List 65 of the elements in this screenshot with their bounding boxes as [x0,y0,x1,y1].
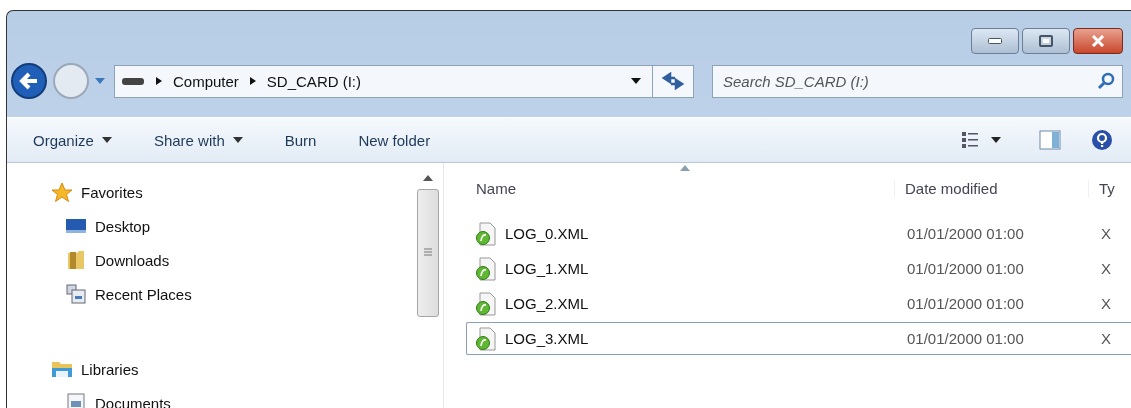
file-row[interactable]: LOG_3.XML 01/01/2000 01:00 X [466,322,1131,355]
close-icon [1090,35,1106,47]
search-icon[interactable] [1097,71,1115,90]
date-modified: 01/01/2000 01:00 [907,225,1024,242]
file-name: LOG_2.XML [505,295,589,312]
file-row[interactable]: LOG_0.XML 01/01/2000 01:00 X [466,217,1131,250]
drive-icon [121,76,145,86]
sort-arrow-icon [680,165,690,171]
star-icon [51,182,73,202]
grip-icon [424,248,432,258]
search-field[interactable]: Search SD_CARD (I:) [712,64,1123,98]
date-modified: 01/01/2000 01:00 [907,295,1024,312]
file-type: X [1101,330,1111,347]
arrows-icon [662,72,684,90]
recent-places-icon [65,284,87,304]
view-list-icon[interactable] [961,131,979,149]
file-row[interactable]: LOG_2.XML 01/01/2000 01:00 X [466,287,1131,320]
toolbar-button[interactable]: Organize [27,127,118,153]
close-button[interactable] [1073,28,1123,54]
chevron-icon[interactable] [248,76,257,86]
xml-file-icon [475,221,497,246]
toolbar-button[interactable]: New folder [352,127,437,153]
column-header[interactable]: Date modified [894,179,1088,197]
file-name: LOG_0.XML [505,225,589,242]
history-dropdown-icon[interactable] [94,77,106,85]
address-bar[interactable]: Computer SD_CARD (I:) [114,64,694,98]
breadcrumb[interactable]: SD_CARD (I:) [266,72,362,90]
dropdown-icon[interactable] [630,77,642,85]
nav-group[interactable]: Libraries [51,352,417,386]
file-name: LOG_3.XML [505,330,589,347]
chevron-icon[interactable] [155,76,163,86]
folder-icon [65,250,87,270]
toolbar-button[interactable]: Share with [147,127,249,153]
nav-item[interactable]: Recent Places [51,277,417,311]
breadcrumb[interactable]: Computer [173,72,239,90]
caret-icon [232,137,243,143]
column-header[interactable]: Name [466,179,894,197]
xml-file-icon [475,326,497,351]
file-type: X [1101,225,1111,242]
file-name: LOG_1.XML [505,260,589,277]
back-button[interactable] [10,62,48,100]
file-type: X [1101,260,1111,277]
maximize-button[interactable] [1022,28,1070,54]
toolbar-button[interactable]: Burn [278,127,323,153]
scroll-up-icon[interactable] [423,175,433,181]
caret-icon [101,137,112,143]
scrollbar-thumb[interactable] [417,189,439,317]
help-icon[interactable] [1091,129,1113,151]
nav-item[interactable]: Desktop [51,209,417,243]
date-modified: 01/01/2000 01:00 [907,260,1024,277]
minimize-button[interactable] [971,28,1019,54]
nav-item[interactable]: Downloads [51,243,417,277]
file-row[interactable]: LOG_1.XML 01/01/2000 01:00 X [466,252,1131,285]
nav-group[interactable]: Favorites [51,175,417,209]
desktop-icon [65,217,87,235]
column-header[interactable]: Ty [1088,179,1131,197]
file-type: X [1101,295,1111,312]
xml-file-icon [475,256,497,281]
minimize-icon [988,38,1002,44]
maximize-icon [1039,35,1053,47]
xml-file-icon [475,291,497,316]
date-modified: 01/01/2000 01:00 [907,330,1024,347]
caret-icon[interactable] [991,137,1001,143]
libraries-folder-icon [51,359,73,379]
nav-item[interactable]: Documents [51,386,417,408]
